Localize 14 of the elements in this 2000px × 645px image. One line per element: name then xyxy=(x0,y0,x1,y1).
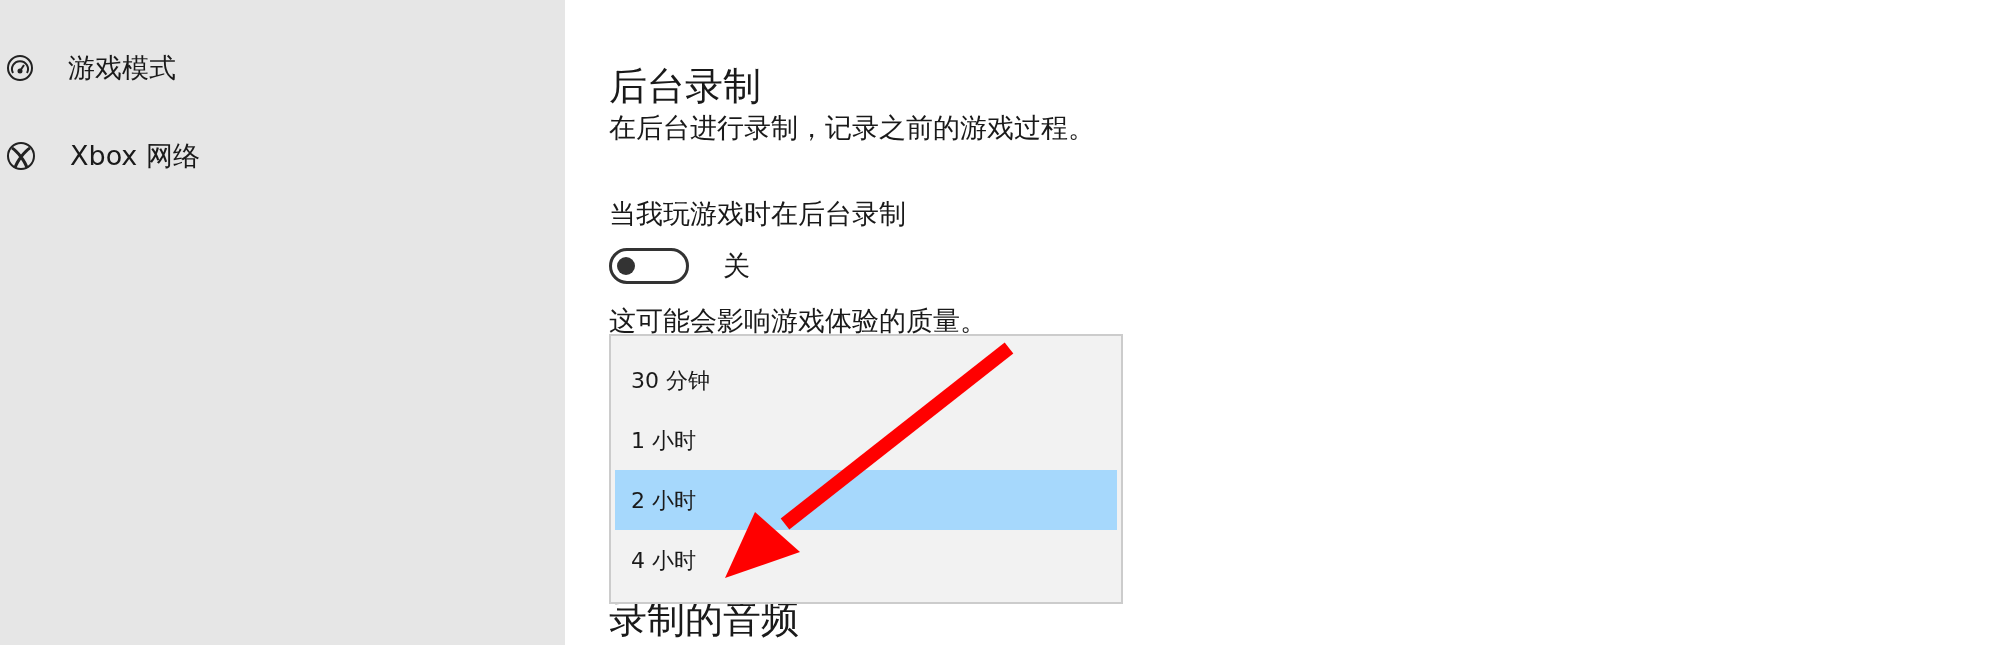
dropdown-option[interactable]: 1 小时 xyxy=(615,410,1117,470)
sidebar-item[interactable]: 游戏模式 xyxy=(0,48,565,88)
sidebar-item[interactable]: Xbox 网络 xyxy=(0,136,565,176)
toggle-label: 当我玩游戏时在后台录制 xyxy=(609,197,907,231)
section-title: 后台录制 xyxy=(609,63,762,110)
dropdown-option[interactable]: 30 分钟 xyxy=(615,350,1117,410)
dropdown-option[interactable]: 2 小时 xyxy=(615,470,1117,530)
gauge-icon xyxy=(6,54,34,82)
section-description: 在后台进行录制，记录之前的游戏过程。 xyxy=(609,111,1096,145)
note-text: 这可能会影响游戏体验的质量。 xyxy=(609,303,988,338)
toggle-state: 关 xyxy=(723,249,750,283)
xbox-icon xyxy=(6,141,36,171)
dropdown-option[interactable]: 4 小时 xyxy=(615,530,1117,590)
toggle-switch[interactable] xyxy=(609,248,689,285)
